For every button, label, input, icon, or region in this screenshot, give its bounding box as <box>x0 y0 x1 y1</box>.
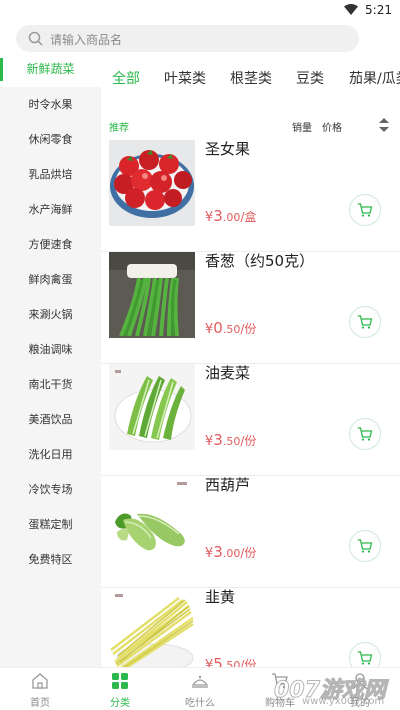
add-to-cart-button[interactable] <box>349 306 381 338</box>
price-decimal: .50 <box>222 659 241 667</box>
category-sidebar: 新鲜蔬菜 时令水果 休闲零食 乳品烘培 水产海鲜 方便速食 鲜肉禽蛋 来涮火锅 … <box>0 52 101 667</box>
site-watermark: 007游戏网 www.yx007.com <box>268 672 400 710</box>
nav-home-label: 首页 <box>30 698 50 709</box>
price-integer: 5 <box>213 655 223 667</box>
search-icon <box>28 31 43 46</box>
sidebar-item-seasonal-fruit[interactable]: 时令水果 <box>0 87 101 122</box>
sidebar-item-daily-use[interactable]: 洗化日用 <box>0 437 101 472</box>
sort-arrows-icon[interactable] <box>378 116 390 134</box>
wifi-icon <box>344 4 358 15</box>
product-image[interactable] <box>109 364 195 450</box>
nav-what-to-eat-label: 吃什么 <box>185 698 215 709</box>
product-price: ¥3.00/份 <box>205 542 256 561</box>
tab-leafy[interactable]: 叶菜类 <box>164 68 206 88</box>
tab-root[interactable]: 根茎类 <box>230 68 272 88</box>
sidebar-item-drinks[interactable]: 美酒饮品 <box>0 402 101 437</box>
price-decimal: .50 <box>222 323 241 336</box>
product-name[interactable]: 西葫芦 <box>205 474 250 495</box>
price-decimal: .50 <box>222 435 241 448</box>
product-image[interactable] <box>109 252 195 338</box>
nav-category[interactable]: 分类 <box>80 668 160 710</box>
sidebar-item-dairy-bakery[interactable]: 乳品烘培 <box>0 157 101 192</box>
tab-beans[interactable]: 豆类 <box>296 68 324 88</box>
price-integer: 3 <box>213 431 223 449</box>
sidebar-item-fresh-vegetables[interactable]: 新鲜蔬菜 <box>0 52 101 87</box>
product-price: ¥0.50/份 <box>205 318 256 337</box>
sort-price[interactable]: 价格 <box>322 119 342 134</box>
status-time: 5:21 <box>365 3 392 17</box>
status-bar: 5:21 <box>0 0 400 22</box>
product-name[interactable]: 圣女果 <box>205 140 250 159</box>
nav-home[interactable]: 首页 <box>0 668 80 710</box>
add-to-cart-button[interactable] <box>349 530 381 562</box>
cart-icon <box>358 315 373 329</box>
search-placeholder[interactable]: 请输入商品名 <box>50 31 122 48</box>
product-item[interactable]: 油麦菜 ¥3.50/份 <box>101 364 400 476</box>
product-item[interactable]: 圣女果 ¥3.00/盒 <box>101 140 400 252</box>
product-name[interactable]: 香葱（约50克） <box>205 250 314 271</box>
dish-icon <box>191 675 209 688</box>
product-name[interactable]: 油麦菜 <box>205 362 250 383</box>
sidebar-item-snacks[interactable]: 休闲零食 <box>0 122 101 157</box>
watermark-url: www.yx007.com <box>302 696 385 707</box>
product-list: 圣女果 ¥3.00/盒 香葱（约50克） ¥0.50/份 油麦菜 ¥3.50/份… <box>101 140 400 667</box>
product-image[interactable] <box>109 476 195 562</box>
sort-header: 推荐 销量 价格 <box>101 104 400 140</box>
price-decimal: .00 <box>222 547 241 560</box>
home-icon <box>32 673 48 689</box>
sort-recommend[interactable]: 推荐 <box>109 119 129 134</box>
product-price: ¥3.00/盒 <box>205 206 256 225</box>
nav-what-to-eat[interactable]: 吃什么 <box>160 668 240 710</box>
price-unit: /份 <box>240 658 257 667</box>
sidebar-item-hotpot[interactable]: 来涮火锅 <box>0 297 101 332</box>
add-to-cart-button[interactable] <box>349 642 381 667</box>
sidebar-item-free-zone[interactable]: 免费特区 <box>0 542 101 577</box>
sidebar-item-instant-food[interactable]: 方便速食 <box>0 227 101 262</box>
price-integer: 3 <box>213 207 223 225</box>
sidebar-item-cakes[interactable]: 蛋糕定制 <box>0 507 101 542</box>
sidebar-item-cold-drinks[interactable]: 冷饮专场 <box>0 472 101 507</box>
add-to-cart-button[interactable] <box>349 418 381 450</box>
sidebar-item-meat-eggs[interactable]: 鲜肉禽蛋 <box>0 262 101 297</box>
cart-icon <box>358 539 373 553</box>
category-icon <box>112 673 128 689</box>
cart-icon <box>358 651 373 665</box>
sidebar-item-seafood[interactable]: 水产海鲜 <box>0 192 101 227</box>
product-item[interactable]: 西葫芦 ¥3.00/份 <box>101 476 400 588</box>
price-integer: 0 <box>213 319 223 337</box>
price-unit: /份 <box>240 434 257 448</box>
price-decimal: .00 <box>222 211 241 224</box>
add-to-cart-button[interactable] <box>349 194 381 226</box>
nav-category-label: 分类 <box>110 698 130 709</box>
subcategory-tabs: 全部 叶菜类 根茎类 豆类 茄果/瓜类 <box>101 52 400 104</box>
sidebar-item-dry-goods[interactable]: 南北干货 <box>0 367 101 402</box>
product-price: ¥5.50/份 <box>205 654 256 667</box>
product-image[interactable] <box>109 588 195 667</box>
price-unit: /份 <box>240 322 257 336</box>
sidebar-item-grain-oil[interactable]: 粮油调味 <box>0 332 101 367</box>
search-bar[interactable]: 请输入商品名 <box>16 25 359 52</box>
price-unit: /盒 <box>240 210 257 224</box>
product-item[interactable]: 韭黄 ¥5.50/份 <box>101 588 400 667</box>
tab-solanaceous-melons[interactable]: 茄果/瓜类 <box>349 68 400 88</box>
product-image[interactable] <box>109 140 195 226</box>
sort-sales[interactable]: 销量 <box>292 119 312 134</box>
product-item[interactable]: 香葱（约50克） ¥0.50/份 <box>101 252 400 364</box>
product-name[interactable]: 韭黄 <box>205 586 235 607</box>
tab-all[interactable]: 全部 <box>112 68 140 88</box>
cart-icon <box>358 203 373 217</box>
price-integer: 3 <box>213 543 223 561</box>
price-unit: /份 <box>240 546 257 560</box>
cart-icon <box>358 427 373 441</box>
product-price: ¥3.50/份 <box>205 430 256 449</box>
